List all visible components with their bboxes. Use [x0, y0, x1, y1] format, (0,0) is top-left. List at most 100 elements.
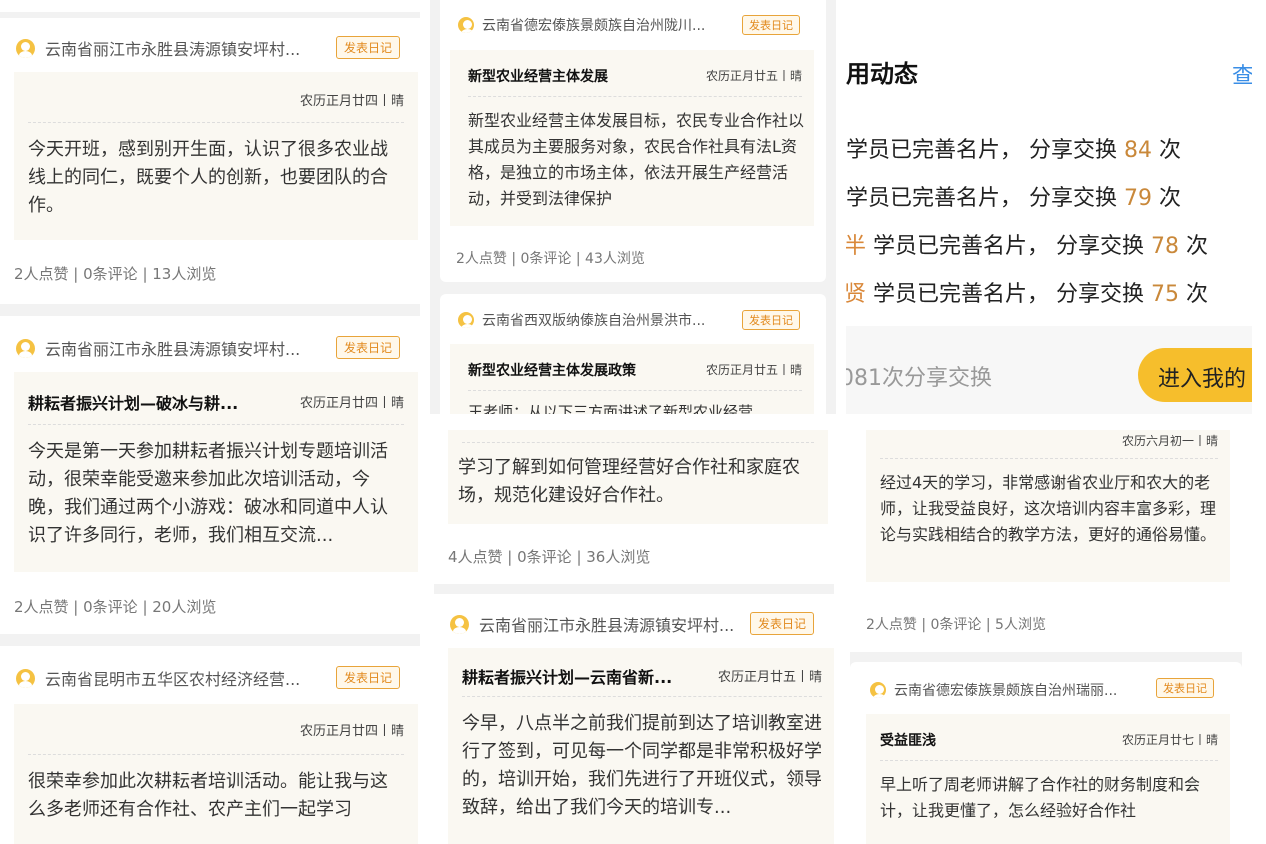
diary-text: 今天开班，感到别开生面，认识了很多农业战线上的同仁，既要个人的创新，也要团队的合… — [28, 139, 388, 216]
diary-stats: 2人点赞 | 0条评论 | 13人浏览 — [14, 265, 217, 283]
enter-my-button[interactable]: 进入我的 — [1138, 348, 1252, 402]
diary-date: 农历正月廿五丨晴 — [717, 670, 822, 685]
author-location: 云南省昆明市五华区农村经济经营... — [16, 666, 300, 690]
diary-date: 农历正月廿五丨晴 — [705, 363, 802, 377]
avatar-icon — [450, 614, 469, 634]
diary-card[interactable]: 云南省丽江市永胜县涛源镇安坪村... 发表日记 耕耘者振兴计划—云南省新... … — [434, 594, 834, 844]
diary-stats: 2人点赞 | 0条评论 | 43人浏览 — [456, 251, 645, 267]
diary-card[interactable]: 云南省丽江市永胜县涛源镇安坪村... 发表日记 农历正月廿四丨晴 今天开班，感到… — [0, 18, 420, 304]
diary-content-box: 耕耘者振兴计划—破冰与耕... 农历正月廿四丨晴 今天是第一天参加耕耘者振兴计划… — [14, 372, 418, 572]
diary-date: 农历正月廿四丨晴 — [299, 724, 404, 739]
share-count: 79 — [1124, 186, 1152, 211]
diary-text: 学习了解到如何管理经营好合作社和家庭农场，规范化建设好合作社。 — [458, 457, 800, 506]
author-location: 云南省德宏傣族景颇族自治州瑞丽... — [870, 680, 1117, 700]
diary-date: 农历正月廿四丨晴 — [299, 396, 404, 411]
author-location: 云南省德宏傣族景颇族自治州陇川... — [458, 15, 705, 35]
diary-text: 经过4天的学习，非常感谢省农业厅和农大的老师，让我受益良好，这次培训内容丰富多彩… — [880, 473, 1217, 544]
divider — [880, 458, 1218, 459]
activity-text: 学员已完善名片， 分享交换 — [846, 138, 1117, 163]
count-unit: 次 — [1159, 138, 1182, 163]
divider — [28, 424, 404, 425]
diary-text: 今天是第一天参加耕耘者振兴计划专题培训活动，很荣幸能受邀来参加此次培训活动，今晚… — [28, 441, 388, 546]
activity-heading: 用动态 — [846, 60, 918, 88]
author-location: 云南省西双版纳傣族自治州景洪市... — [458, 310, 705, 330]
enter-my-button-label: 进入我的 — [1158, 367, 1247, 392]
diary-stats: 2人点赞 | 0条评论 | 5人浏览 — [866, 617, 1046, 633]
diary-card[interactable]: 农历六月初一丨晴 经过4天的学习，非常感谢省农业厅和农大的老师，让我受益良好，这… — [850, 430, 1242, 652]
activity-row: 学员已完善名片， 分享交换 84 次 — [846, 132, 1181, 164]
divider — [462, 696, 822, 697]
diary-title: 受益匪浅 — [880, 733, 936, 749]
activity-text: 学员已完善名片， 分享交换 — [873, 234, 1145, 259]
diary-stats: 2人点赞 | 0条评论 | 20人浏览 — [14, 598, 217, 616]
diary-badge: 发表日记 — [742, 310, 800, 330]
divider — [880, 760, 1218, 761]
diary-card[interactable]: 云南省西双版纳傣族自治州景洪市... 发表日记 新型农业经营主体发展政策 农历正… — [440, 294, 826, 414]
diary-card[interactable]: 云南省丽江市永胜县涛源镇安坪村... 发表日记 耕耘者振兴计划—破冰与耕... … — [0, 316, 420, 634]
diary-title: 新型农业经营主体发展 — [468, 69, 608, 85]
share-count: 78 — [1151, 234, 1180, 259]
diary-card[interactable]: 云南省德宏傣族景颇族自治州陇川... 发表日记 新型农业经营主体发展 农历正月廿… — [440, 0, 826, 282]
activity-row: 贤 学员已完善名片， 分享交换 75 次 — [846, 276, 1208, 308]
location-text: 云南省丽江市永胜县涛源镇安坪村... — [45, 40, 301, 59]
author-location: 云南省丽江市永胜县涛源镇安坪村... — [16, 336, 300, 360]
diary-title: 耕耘者振兴计划—云南省新... — [462, 668, 673, 687]
diary-badge: 发表日记 — [750, 612, 815, 635]
diary-content-box: 耕耘者振兴计划—云南省新... 农历正月廿五丨晴 今早，八点半之前我们提前到达了… — [448, 648, 834, 844]
diary-badge: 发表日记 — [1156, 678, 1214, 698]
diary-card[interactable]: 云南省昆明市五华区农村经济经营... 发表日记 农历正月廿四丨晴 很荣幸参加此次… — [0, 646, 420, 844]
member-name: 贤 — [846, 282, 867, 307]
activity-row: 半 学员已完善名片， 分享交换 78 次 — [846, 228, 1208, 260]
location-text: 云南省丽江市永胜县涛源镇安坪村... — [479, 616, 735, 635]
diary-title: 耕耘者振兴计划—破冰与耕... — [28, 394, 239, 413]
divider — [28, 122, 404, 123]
author-location: 云南省丽江市永胜县涛源镇安坪村... — [16, 36, 300, 60]
share-count: 75 — [1151, 282, 1180, 307]
diary-badge: 发表日记 — [742, 15, 800, 35]
count-unit: 次 — [1186, 282, 1209, 307]
diary-badge: 发表日记 — [336, 36, 401, 59]
divider — [462, 442, 814, 443]
diary-card[interactable]: 云南省德宏傣族景颇族自治州瑞丽... 发表日记 受益匪浅 农历正月廿七丨晴 早上… — [850, 662, 1242, 844]
diary-content-box: 农历正月廿四丨晴 今天开班，感到别开生面，认识了很多农业战线上的同仁，既要个人的… — [14, 72, 418, 240]
avatar-icon — [16, 668, 35, 688]
diary-text: 今早，八点半之前我们提前到达了培训教室进行了签到，可见每一个同学都是非常积极好学… — [462, 713, 822, 818]
diary-text: 王老师：从以下三方面讲述了新型农业经营 — [468, 403, 754, 414]
avatar-icon — [458, 17, 474, 33]
diary-content-box: 受益匪浅 农历正月廿七丨晴 早上听了周老师讲解了合作社的财务制度和会计，让我更懂… — [866, 714, 1230, 844]
diary-content-box: 新型农业经营主体发展 农历正月廿五丨晴 新型农业经营主体发展目标，农民专业合作社… — [450, 50, 814, 226]
count-unit: 次 — [1186, 234, 1209, 259]
activity-text: 学员已完善名片， 分享交换 — [846, 186, 1117, 211]
author-location: 云南省丽江市永胜县涛源镇安坪村... — [450, 612, 734, 636]
location-text: 云南省昆明市五华区农村经济经营... — [45, 670, 301, 689]
diary-text: 早上听了周老师讲解了合作社的财务制度和会计，让我更懂了，怎么经验好合作社 — [880, 775, 1201, 820]
diary-content-box: 农历正月廿四丨晴 很荣幸参加此次耕耘者培训活动。能让我与这么多老师还有合作社、农… — [14, 704, 418, 844]
avatar-icon — [16, 38, 35, 58]
diary-column-2-top: 云南省德宏傣族景颇族自治州陇川... 发表日记 新型农业经营主体发展 农历正月廿… — [430, 0, 836, 414]
diary-text: 很荣幸参加此次耕耘者培训活动。能让我与这么多老师还有合作社、农产主们一起学习 — [28, 771, 388, 820]
divider — [28, 754, 404, 755]
location-text: 云南省西双版纳傣族自治州景洪市... — [482, 313, 706, 329]
divider — [468, 96, 802, 97]
diary-column-1: 云南省丽江市永胜县涛源镇安坪村... 发表日记 农历正月廿四丨晴 今天开班，感到… — [0, 0, 420, 844]
diary-card[interactable]: 学习了解到如何管理经营好合作社和家庭农场，规范化建设好合作社。 4人点赞 | 0… — [434, 430, 834, 584]
diary-date: 农历正月廿四丨晴 — [299, 94, 404, 109]
view-all-link[interactable]: 查 — [1232, 58, 1252, 90]
location-text: 云南省德宏傣族景颇族自治州瑞丽... — [894, 683, 1118, 699]
divider — [468, 390, 802, 391]
location-text: 云南省德宏傣族景颇族自治州陇川... — [482, 18, 706, 34]
avatar-icon — [458, 312, 474, 328]
diary-badge: 发表日记 — [336, 336, 401, 359]
diary-stats: 4人点赞 | 0条评论 | 36人浏览 — [448, 548, 651, 566]
diary-badge: 发表日记 — [336, 666, 401, 689]
activity-panel: 用动态 查 学员已完善名片， 分享交换 84 次 学员已完善名片， 分享交换 7… — [846, 14, 1252, 414]
activity-text: 学员已完善名片， 分享交换 — [873, 282, 1145, 307]
avatar-icon — [16, 338, 35, 358]
diary-text: 新型农业经营主体发展目标，农民专业合作社以其成员为主要服务对象，农民合作社具有法… — [468, 111, 805, 208]
diary-column-3-bottom: 农历六月初一丨晴 经过4天的学习，非常感谢省农业厅和农大的老师，让我受益良好，这… — [850, 430, 1242, 844]
avatar-icon — [870, 682, 886, 698]
location-text: 云南省丽江市永胜县涛源镇安坪村... — [45, 340, 301, 359]
diary-date: 农历正月廿五丨晴 — [705, 69, 802, 83]
activity-row: 学员已完善名片， 分享交换 79 次 — [846, 180, 1181, 212]
diary-content-box: 学习了解到如何管理经营好合作社和家庭农场，规范化建设好合作社。 — [448, 430, 828, 524]
